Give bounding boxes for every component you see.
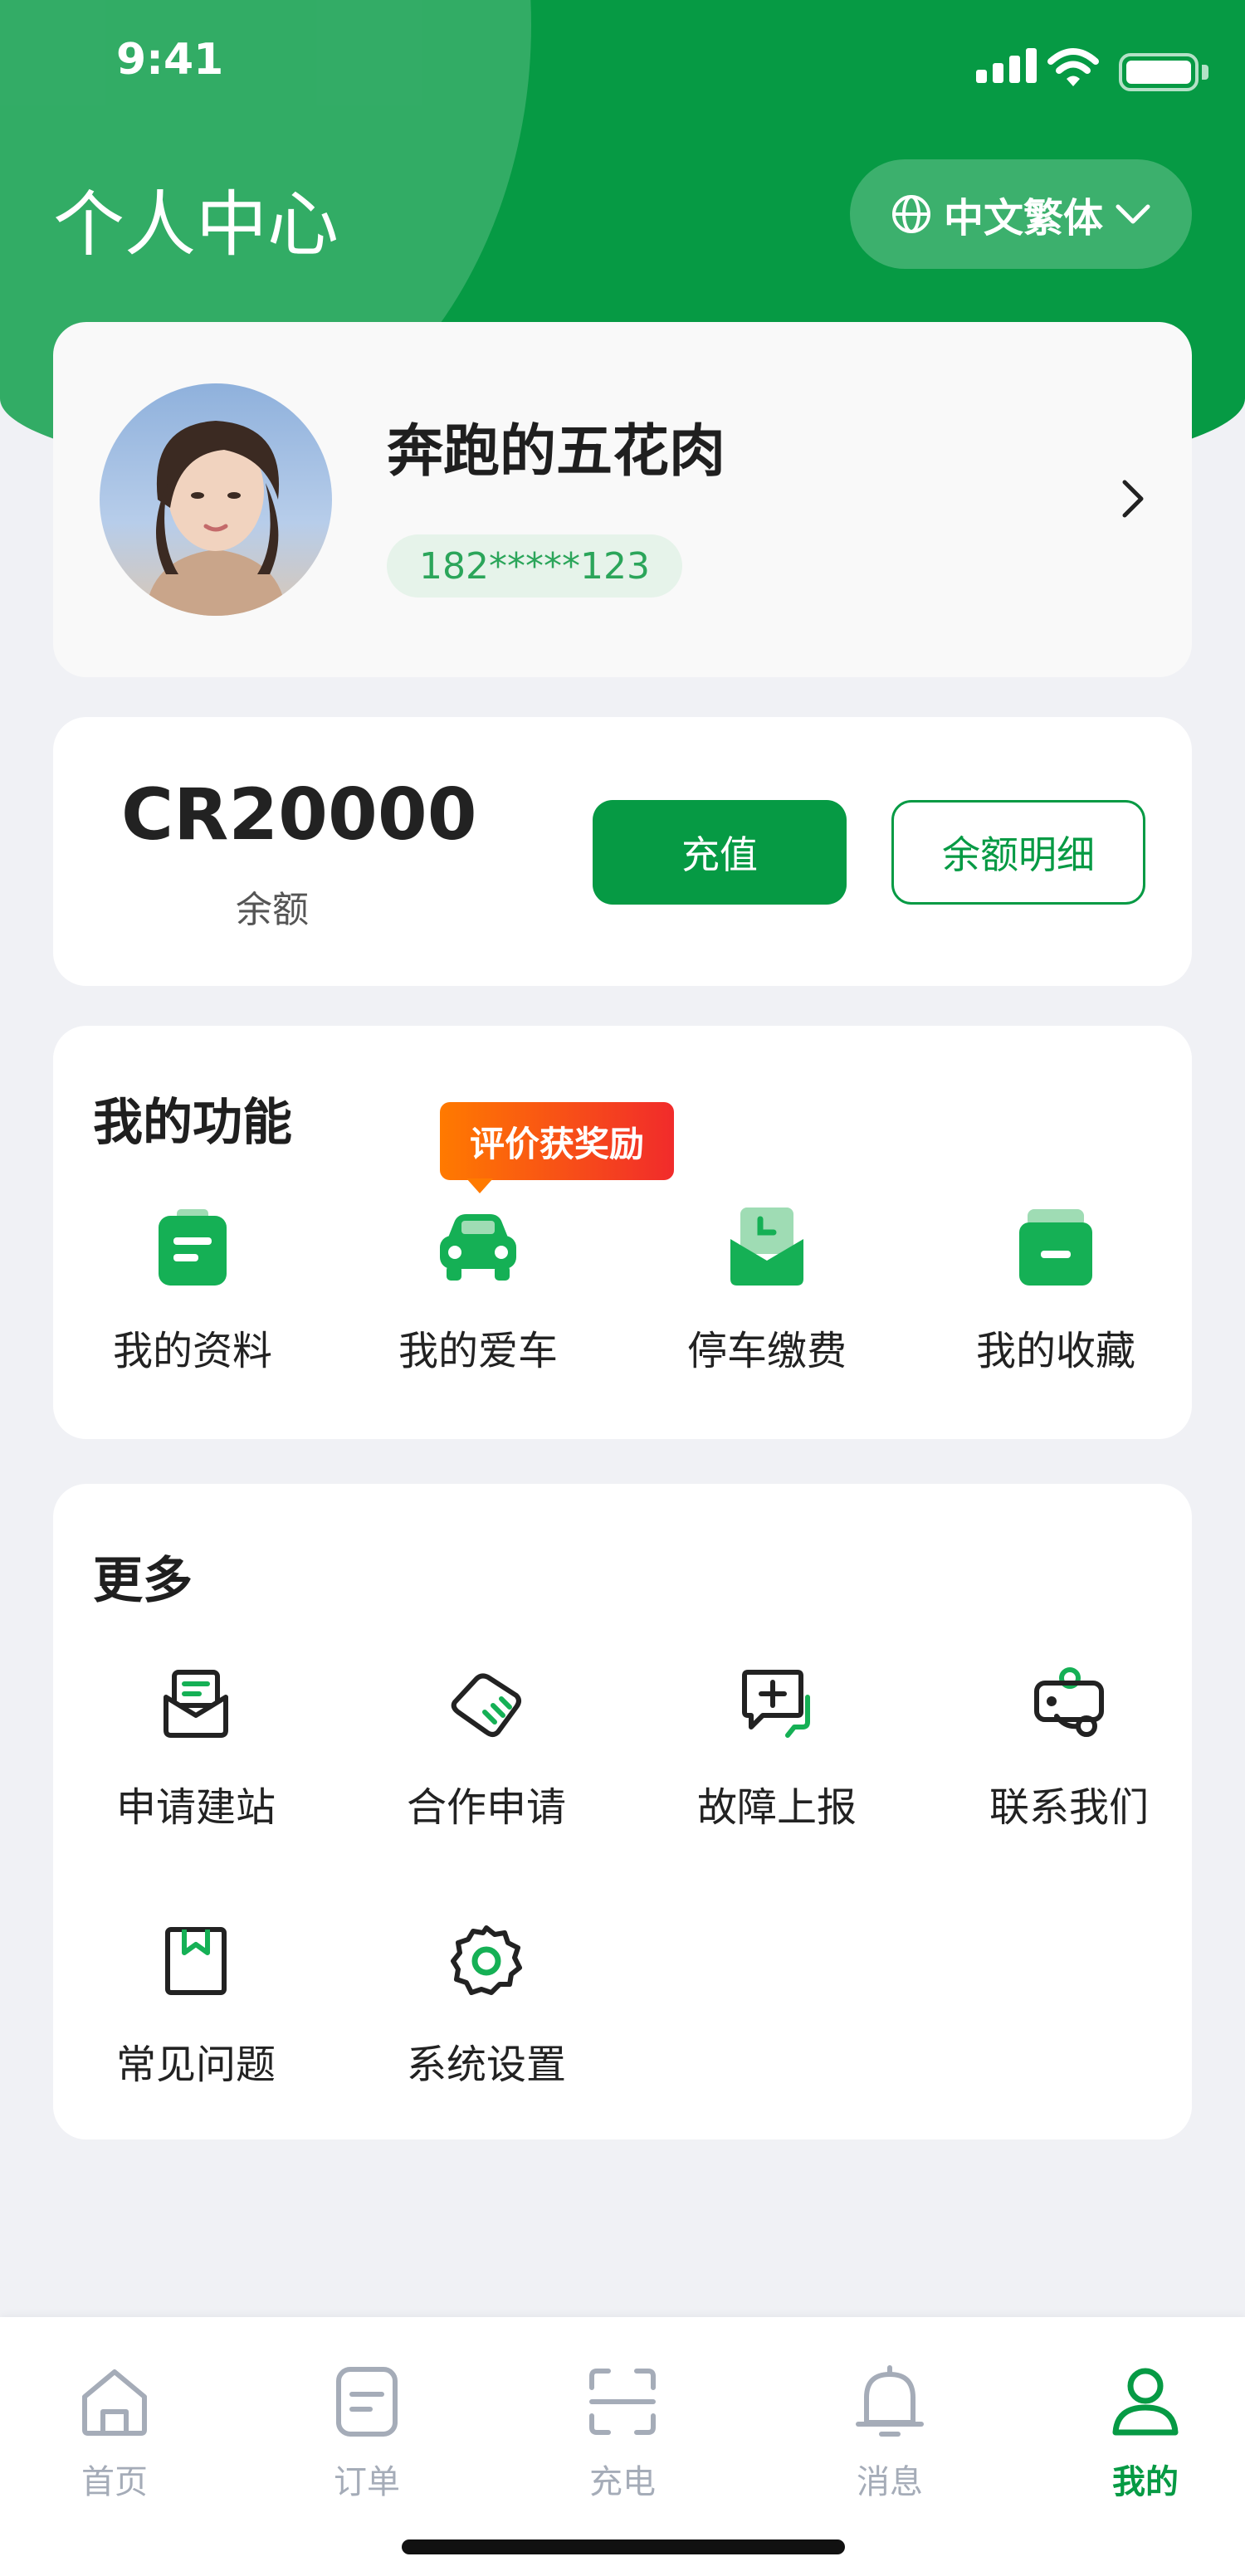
more-item-settings[interactable]: 系统设置: [362, 1915, 611, 2090]
chevron-right-icon[interactable]: [1120, 478, 1145, 520]
more-label: 申请建站: [115, 1784, 276, 1831]
settings-gear-icon: [451, 1925, 522, 1995]
battery-icon: [1119, 53, 1199, 91]
phone-number: 182*****123: [387, 534, 682, 598]
user-icon: [1112, 2368, 1179, 2436]
tab-home[interactable]: 首页: [32, 2360, 198, 2503]
function-item-profile[interactable]: 我的资料: [68, 1202, 317, 1376]
cooperation-icon: [451, 1673, 521, 1737]
profile-doc-icon: [159, 1209, 227, 1286]
globe-icon: [891, 195, 930, 233]
avatar-portrait: [145, 421, 286, 616]
report-fault-icon: [742, 1670, 810, 1738]
more-item-contact-us[interactable]: 联系我们: [945, 1658, 1194, 1832]
more-item-faq[interactable]: 常见问题: [71, 1915, 320, 2090]
home-icon: [82, 2369, 147, 2436]
more-item-cooperation[interactable]: 合作申请: [362, 1658, 611, 1832]
more-item-report-fault[interactable]: 故障上报: [652, 1658, 901, 1832]
faq-bookmark-icon: [165, 1927, 227, 1995]
profile-card[interactable]: 奔跑的五花肉 182*****123: [53, 322, 1192, 677]
balance-label: 余额: [236, 889, 309, 931]
language-selector[interactable]: 中文繁体: [850, 159, 1192, 269]
signal-icon: [976, 48, 1037, 83]
wifi-icon: [1047, 48, 1099, 86]
tab-label: 订单: [334, 2463, 400, 2501]
more-card: 更多 申请建站 合作申请 故障上报 联系我们 常见问题 系统设置: [53, 1484, 1192, 2139]
username: 奔跑的五花肉: [387, 419, 726, 485]
more-label: 故障上报: [696, 1784, 857, 1831]
more-title: 更多: [93, 1552, 193, 1610]
status-time: 9:41: [116, 35, 224, 85]
tab-messages[interactable]: 消息: [807, 2360, 973, 2503]
balance-amount: CR20000: [121, 773, 477, 856]
balance-detail-button[interactable]: 余额明细: [891, 800, 1145, 905]
page-title: 个人中心: [53, 183, 339, 266]
status-bar: 9:41: [0, 0, 1245, 133]
chevron-down-icon: [1116, 204, 1150, 224]
scan-charge-icon: [589, 2369, 656, 2435]
contact-us-icon: [1034, 1667, 1104, 1737]
balance-card: CR20000 余额 充值 余额明细: [53, 717, 1192, 986]
language-label: 中文繁体: [943, 195, 1103, 242]
function-item-parking[interactable]: 停车缴费: [642, 1202, 891, 1376]
recharge-button[interactable]: 充值: [593, 800, 847, 905]
function-item-favorites[interactable]: 我的收藏: [931, 1202, 1180, 1376]
function-label: 我的收藏: [975, 1328, 1135, 1374]
battery-cap: [1202, 65, 1208, 80]
more-label: 合作申请: [406, 1784, 566, 1831]
tab-mine[interactable]: 我的: [1062, 2360, 1228, 2503]
bell-icon: [856, 2365, 924, 2437]
my-functions-card: 我的功能 评价获奖励 我的资料 我的爱车 停车缴费 我的收藏: [53, 1026, 1192, 1439]
tab-label: 充电: [589, 2463, 656, 2501]
more-label: 联系我们: [989, 1784, 1149, 1831]
function-label: 我的资料: [112, 1328, 272, 1374]
favorites-box-icon: [1019, 1209, 1092, 1286]
function-label: 我的爱车: [398, 1328, 558, 1374]
bottom-tab-bar: 首页 订单 充电 消息 我的: [0, 2317, 1245, 2576]
review-reward-badge[interactable]: 评价获奖励: [440, 1102, 674, 1180]
tab-label: 消息: [857, 2463, 923, 2501]
apply-station-icon: [164, 1670, 228, 1738]
home-indicator[interactable]: [402, 2539, 845, 2554]
more-label: 常见问题: [115, 2042, 276, 2088]
tab-charge[interactable]: 充电: [540, 2360, 706, 2503]
order-icon: [336, 2367, 398, 2437]
parking-payment-icon: [730, 1208, 803, 1286]
avatar[interactable]: [100, 383, 332, 616]
badge-pointer: [466, 1178, 493, 1193]
car-icon: [440, 1214, 516, 1281]
functions-title: 我的功能: [93, 1094, 292, 1152]
tab-label: 我的: [1112, 2463, 1179, 2501]
tab-label: 首页: [81, 2463, 148, 2501]
function-item-car[interactable]: 我的爱车: [354, 1202, 603, 1376]
tab-orders[interactable]: 订单: [284, 2360, 450, 2503]
function-label: 停车缴费: [686, 1328, 847, 1374]
more-label: 系统设置: [406, 2042, 566, 2088]
more-item-apply-station[interactable]: 申请建站: [71, 1658, 320, 1832]
